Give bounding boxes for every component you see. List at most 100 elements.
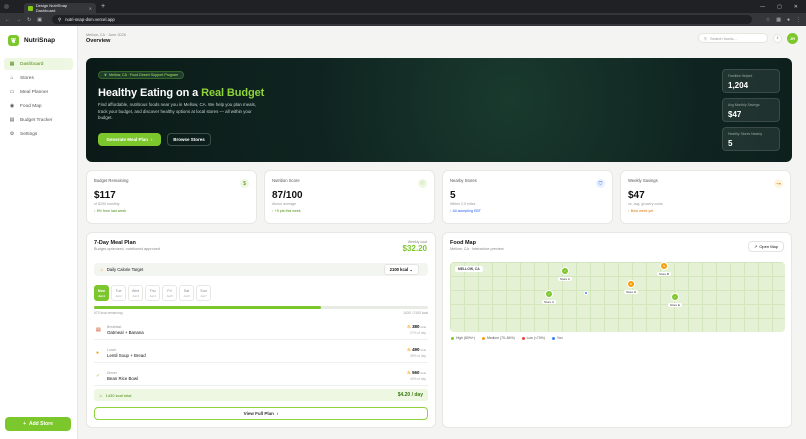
nearby-stores-card[interactable]: Nearby Stores 5 Within 2.5 miles ↑ All a…	[442, 170, 613, 224]
sidepanel-icon[interactable]: ▣	[37, 17, 42, 23]
sidebar-item-stores[interactable]: ⌂ Stores	[4, 72, 73, 84]
meal-row-lunch[interactable]: ● Lunch Lentil Soup + Bread ♨ 490 kcal 35%…	[94, 343, 428, 363]
sidebar-item-budget-tracker[interactable]: ▤ Budget Tracker	[4, 114, 73, 126]
you-location-marker	[584, 291, 588, 295]
leaf-logo-icon: ❦	[8, 35, 19, 46]
stat-value: 1,204	[728, 81, 749, 90]
nutrition-score-card[interactable]: Nutrition Score 87/100 Above average ↑ +…	[264, 170, 435, 224]
calorie-target-row: ♨ Daily Calorie Target 2100 kcal ⌄	[94, 263, 428, 276]
meal-plan-title: 7-Day Meal Plan	[94, 240, 136, 246]
day-date: Jun7	[200, 294, 207, 298]
browser-menu-icon[interactable]	[4, 4, 9, 9]
gear-icon: ⚙	[9, 131, 15, 137]
program-badge-label: Mellow, CA · Food Desert Support Program	[109, 73, 179, 77]
add-store-button[interactable]: + Add Store	[5, 417, 71, 431]
sidebar-item-label: Stores	[20, 75, 34, 81]
favicon-icon	[28, 5, 33, 11]
flame-icon: ♨	[99, 392, 103, 398]
stat-avg-monthly-savings: Avg Monthly Savings $47	[722, 98, 780, 122]
day-tab[interactable]: Fri Jun5	[162, 285, 177, 301]
store-pin[interactable]: $	[627, 280, 635, 288]
open-map-button[interactable]: ↗ Open Map	[747, 241, 784, 252]
day-name: Sun	[200, 289, 207, 293]
card-sub: vs. avg. grocery costs	[628, 202, 663, 206]
meal-row-dinner[interactable]: ✓ Dinner Bean Rice Bowl ♨ 560 kcal 40% of …	[94, 366, 428, 386]
legend-dot	[451, 336, 454, 340]
card-label: Nearby Stores	[450, 178, 477, 183]
site-info-icon[interactable]: ⚲	[58, 17, 61, 23]
browser-more-icon[interactable]: ⋮	[796, 17, 801, 23]
lunch-icon: ●	[96, 349, 100, 356]
day-tab[interactable]: Mon Jun1	[94, 285, 109, 301]
store-pin-label: Store C	[542, 300, 557, 304]
bookmark-icon[interactable]: ☆	[766, 17, 770, 23]
close-window-icon[interactable]: ✕	[794, 4, 798, 10]
maximize-icon[interactable]: ▢	[777, 4, 782, 10]
store-pin[interactable]: ✓	[561, 267, 569, 275]
meal-kcal-unit: kcal	[420, 325, 426, 329]
budget-remaining-card[interactable]: Budget Remaining $117 of $250 monthly ↑ …	[86, 170, 257, 224]
calorie-target-select[interactable]: 2100 kcal ⌄	[383, 264, 419, 275]
card-sub: Above average	[272, 202, 297, 206]
legend-label: Low (<70%)	[526, 336, 545, 340]
view-full-plan-button[interactable]: View Full Plan ›	[94, 407, 428, 420]
address-bar-row: ← → ↻ ▣ ⚲ nutri-snap-dsm.vercel.app ☆ ▦ …	[0, 13, 806, 26]
breakfast-icon: ▤	[96, 326, 101, 333]
sidebar-item-label: Meal Planner	[20, 89, 49, 95]
day-tab[interactable]: Thu Jun4	[145, 285, 160, 301]
store-pin[interactable]: ✓	[545, 290, 553, 298]
extensions-icon[interactable]: ▦	[776, 17, 781, 23]
map-view[interactable]: MELLOW, CA ✓ Store A $ Store B ✓ Store C…	[450, 262, 785, 332]
meal-pct: 27% of day	[410, 331, 426, 335]
store-pin[interactable]: $	[660, 262, 668, 270]
reload-icon[interactable]: ↻	[27, 17, 31, 23]
sidebar-item-settings[interactable]: ⚙ Settings	[4, 128, 73, 140]
window-controls: — ▢ ✕	[760, 4, 798, 10]
generate-meal-plan-button[interactable]: Generate Meal Plan ›	[98, 133, 161, 146]
meal-row-breakfast[interactable]: ▤ Breakfast Oatmeal + Banana ♨ 380 kcal 27…	[94, 320, 428, 340]
stat-healthy-stores: Healthy Stores Nearby 5	[722, 127, 780, 151]
forward-icon[interactable]: →	[16, 17, 21, 23]
notification-bell-icon[interactable]: ♪	[773, 33, 782, 43]
legend-dot	[521, 336, 525, 340]
stat-label: Healthy Stores Nearby	[728, 132, 763, 136]
url-text: nutri-snap-dsm.vercel.app	[65, 17, 115, 22]
meal-pct: 40% of day	[410, 377, 426, 381]
search-input[interactable]: ⚲ Search foods...	[698, 33, 768, 43]
tab-title: Design NutriSnap Dashboard	[35, 3, 68, 13]
close-tab-icon[interactable]: ✕	[89, 6, 92, 11]
card-value: 87/100	[272, 190, 303, 201]
sidebar-item-dashboard[interactable]: ▦ Dashboard	[4, 58, 73, 70]
profile-icon[interactable]: ●	[787, 17, 790, 23]
card-value: 5	[450, 190, 456, 201]
day-date: Jun5	[166, 294, 173, 298]
day-selector: Mon Jun1 Tue Jun2 Wed Jun3 Thu Jun4 Fri Jun5 …	[94, 285, 211, 301]
avatar[interactable]: JR	[787, 32, 798, 44]
weekly-savings-card[interactable]: Weekly Savings $47 vs. avg. grocery cost…	[620, 170, 791, 224]
program-badge: ❦ Mellow, CA · Food Desert Support Progr…	[98, 71, 185, 79]
store-pin[interactable]: ✓	[671, 293, 679, 301]
browse-stores-button[interactable]: Browse Stores	[167, 133, 211, 146]
flame-icon: ♨	[406, 347, 411, 352]
browser-tab[interactable]: Design NutriSnap Dashboard ✕	[24, 3, 96, 13]
new-tab-icon[interactable]: +	[101, 3, 105, 10]
stat-label: Avg Monthly Savings	[728, 103, 760, 107]
daily-total-label: 1430 kcal total	[105, 392, 132, 398]
card-trend: ↑ +5 pts this week	[272, 209, 301, 213]
sidebar-item-meal-planner[interactable]: ▭ Meal Planner	[4, 86, 73, 98]
meal-kcal: 560	[412, 370, 420, 375]
legend-item: You	[551, 336, 563, 340]
day-tab[interactable]: Tue Jun2	[111, 285, 126, 301]
map-region-label: MELLOW, CA	[455, 266, 483, 272]
url-field[interactable]: ⚲ nutri-snap-dsm.vercel.app	[51, 15, 752, 24]
day-tab[interactable]: Sat Jun6	[179, 285, 194, 301]
day-tab[interactable]: Sun Jun7	[196, 285, 211, 301]
back-icon[interactable]: ←	[5, 17, 10, 23]
sidebar-item-food-map[interactable]: ◉ Food Map	[4, 100, 73, 112]
day-tab[interactable]: Wed Jun3	[128, 285, 143, 301]
hero-description: Find affordable, nutritious foods near y…	[98, 102, 256, 120]
minimize-icon[interactable]: —	[760, 4, 765, 10]
plus-icon: +	[23, 421, 27, 427]
hero-title-highlight: Real Budget	[201, 87, 265, 99]
brand[interactable]: ❦ NutriSnap	[0, 26, 77, 55]
